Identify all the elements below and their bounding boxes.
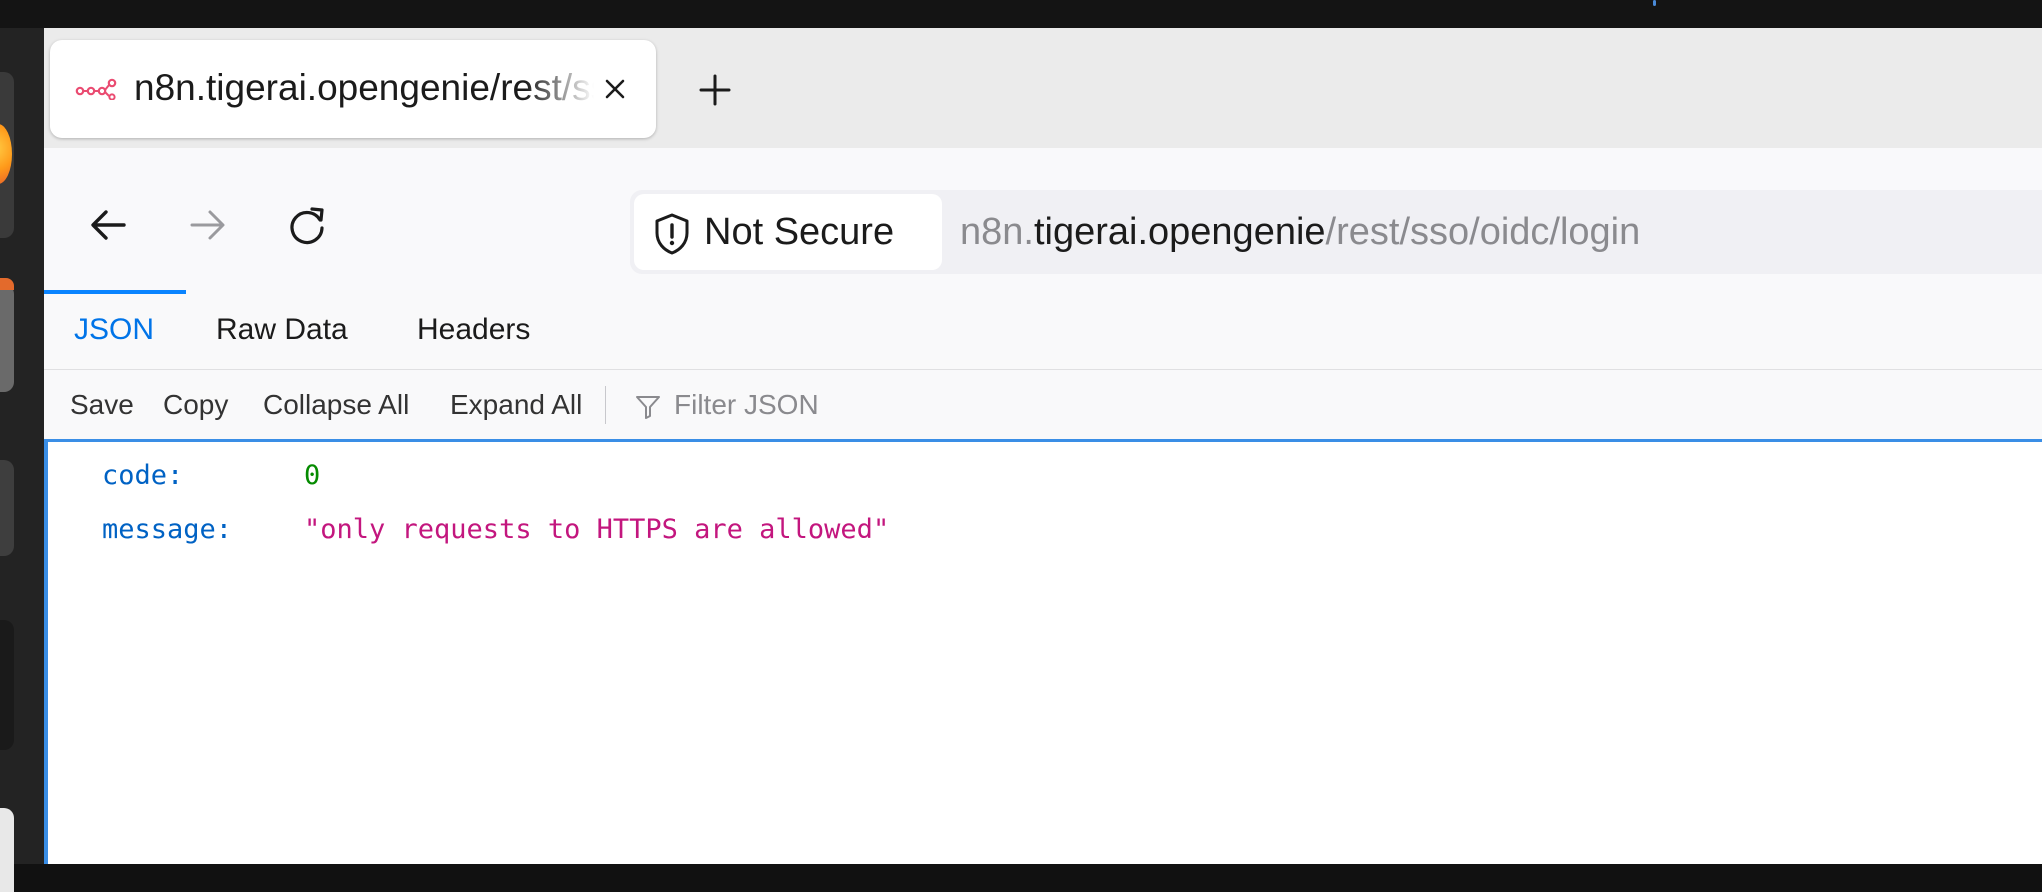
dock-app-icon[interactable] [0,460,14,556]
toolbar-divider [605,386,606,424]
browser-tab[interactable]: n8n.tigerai.opengenie/rest/sso/oidc/logi… [50,40,656,138]
tab-strip: n8n.tigerai.opengenie/rest/sso/oidc/logi… [44,28,2042,148]
url-prefix: n8n. [960,211,1034,253]
system-top-bar [0,0,2042,28]
tab-headers[interactable]: Headers [417,290,530,370]
dock-app-icon[interactable] [0,620,14,750]
filter-icon [636,396,660,419]
url-path: /rest/sso/oidc/login [1325,211,1641,253]
filter-placeholder: Filter JSON [674,389,819,420]
json-key: code: [102,460,184,491]
dock [0,28,44,892]
collapse-all-button[interactable]: Collapse All [263,370,409,439]
expand-all-button[interactable]: Expand All [450,370,582,439]
json-value: "only requests to HTTPS are allowed" [304,514,890,545]
json-panel: code: 0 message: "only requests to HTTPS… [44,442,2042,864]
plus-icon[interactable] [695,70,735,110]
tab-title: n8n.tigerai.opengenie/rest/sso/oidc/logi… [134,67,594,108]
tab-json[interactable]: JSON [43,290,187,370]
copy-button[interactable]: Copy [163,370,228,439]
security-label: Not Secure [704,211,895,253]
shield-warning-icon [655,213,689,255]
n8n-logo-icon [75,78,117,100]
status-indicator [1653,0,1656,6]
url-text[interactable]: n8n.tigerai.opengenie/rest/sso/oidc/logi… [960,190,1640,274]
dock-firefox-icon[interactable] [0,72,14,238]
browser-window: n8n.tigerai.opengenie/rest/sso/oidc/logi… [43,28,2042,864]
arrow-right-icon[interactable] [182,200,232,250]
url-bar[interactable]: Not Secure n8n.tigerai.opengenie/rest/ss… [630,190,2042,274]
tab-raw-data[interactable]: Raw Data [216,290,348,370]
json-key: message: [102,514,233,545]
json-toolbar: Save Copy Collapse All Expand All Filter… [44,370,2042,442]
close-icon[interactable] [598,72,632,106]
url-host: tigerai.opengenie [1033,211,1326,253]
json-value: 0 [304,460,321,491]
reload-icon[interactable] [282,200,332,250]
site-security-button[interactable]: Not Secure [634,194,942,270]
json-viewer: JSON Raw Data Headers Save Copy Collapse… [43,290,2042,864]
dock-app-icon[interactable] [0,278,14,392]
firefox-logo-icon [0,124,12,184]
save-button[interactable]: Save [70,370,134,439]
dock-app-icon[interactable] [0,808,14,892]
viewer-tabs: JSON Raw Data Headers [43,290,2042,370]
arrow-left-icon[interactable] [84,200,134,250]
navigation-toolbar: Not Secure n8n.tigerai.opengenie/rest/ss… [44,148,2042,290]
